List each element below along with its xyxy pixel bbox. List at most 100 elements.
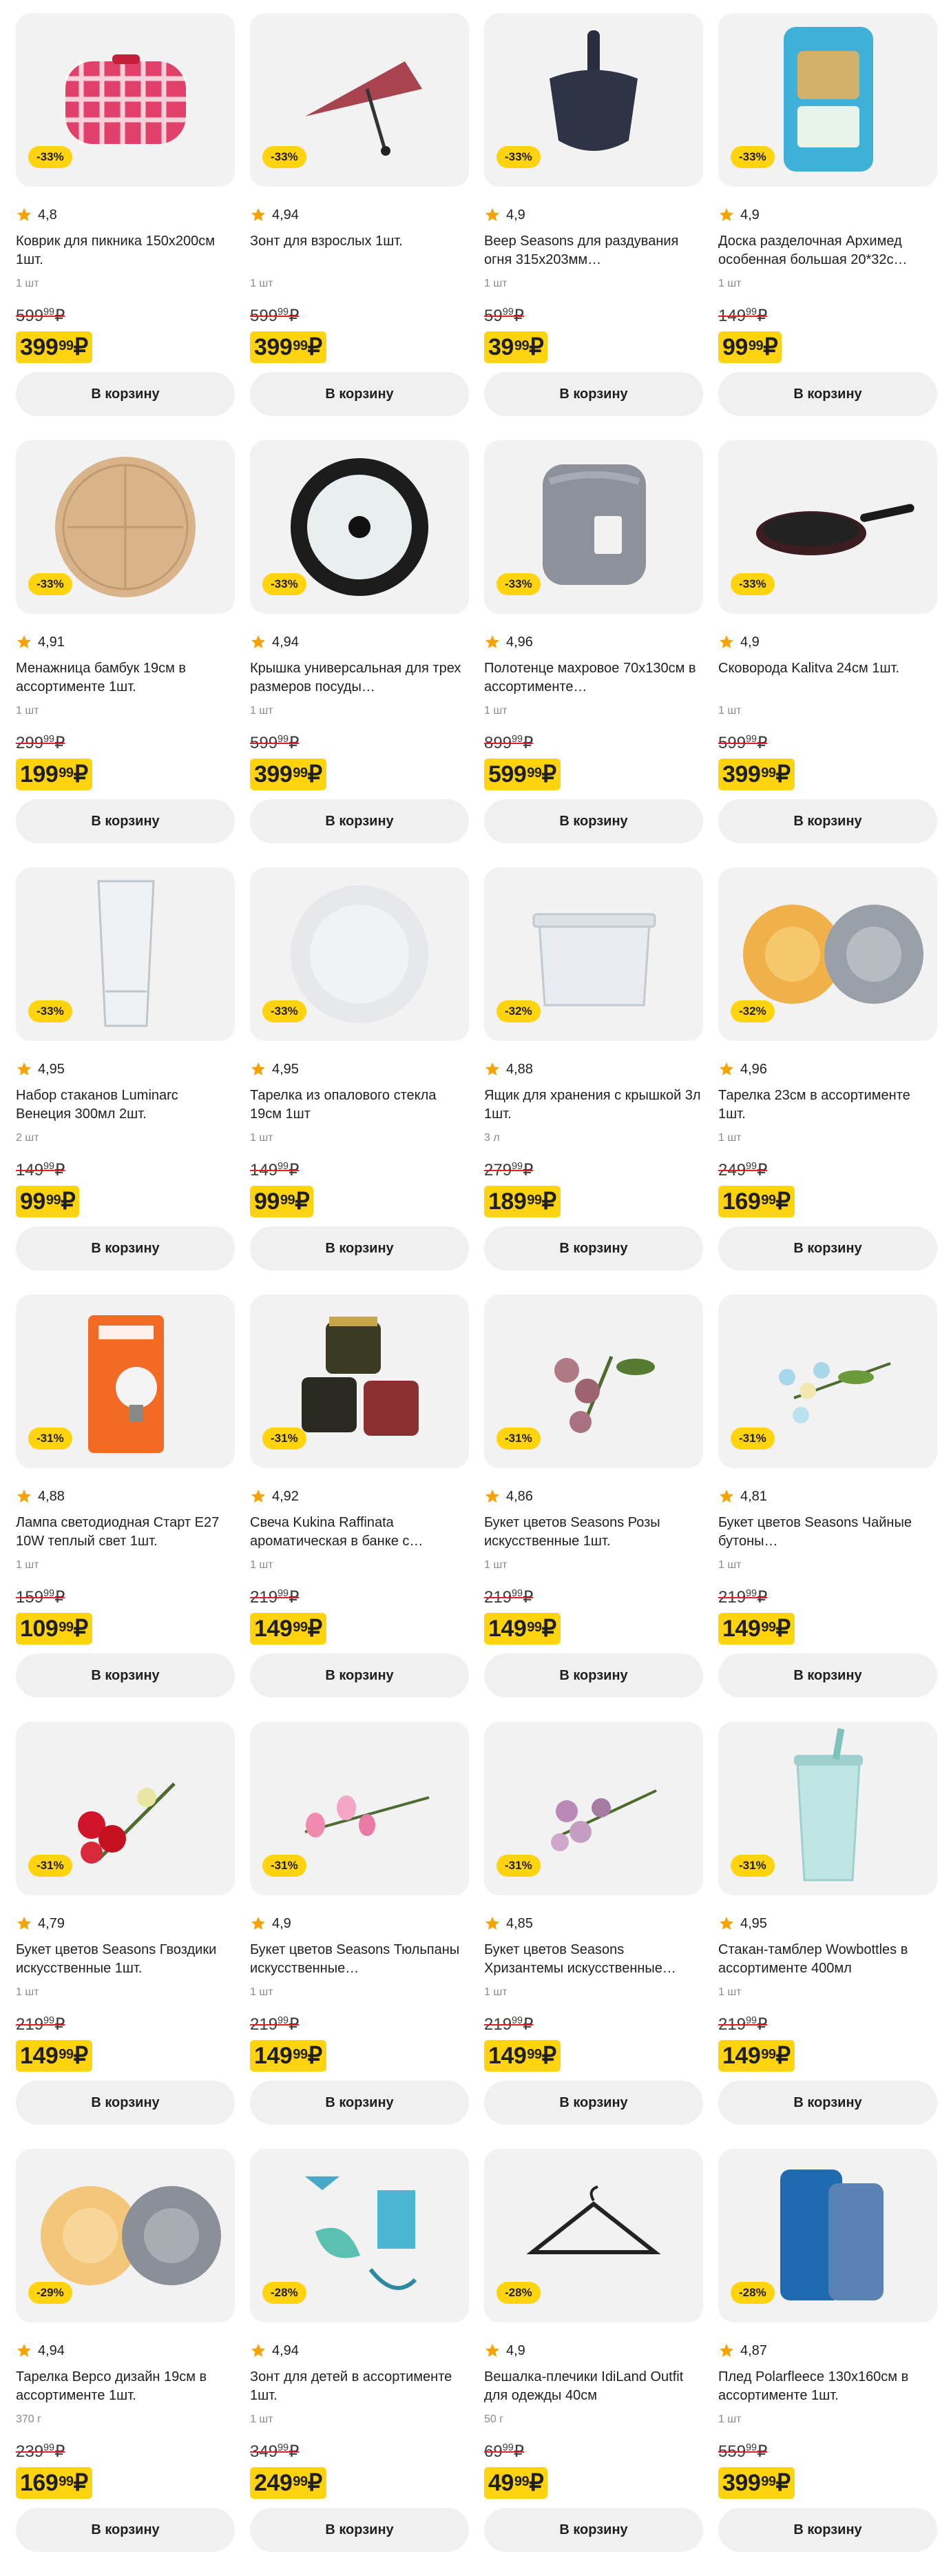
product-image[interactable]: -33%	[16, 440, 235, 614]
product-title[interactable]: Свеча Kukina Raffinata ароматическая в б…	[250, 1514, 469, 1551]
product-title[interactable]: Зонт для детей в ассортименте 1шт.	[250, 2368, 469, 2405]
product-card[interactable]: -33% 4,94 Зонт для взрослых 1шт. 1 шт 59…	[250, 13, 469, 440]
product-title[interactable]: Тарелка 23см в ассортименте 1шт.	[718, 1086, 937, 1124]
product-card[interactable]: -28% 4,87 Плед Polarfleece 130х160см в а…	[718, 2149, 937, 2576]
product-card[interactable]: -31% 4,86 Букет цветов Seasons Розы иску…	[484, 1295, 703, 1722]
add-to-cart-button[interactable]: В корзину	[16, 2081, 235, 2125]
product-card[interactable]: -31% 4,92 Свеча Kukina Raffinata аромати…	[250, 1295, 469, 1722]
add-to-cart-button[interactable]: В корзину	[16, 1653, 235, 1698]
add-to-cart-button[interactable]: В корзину	[718, 2081, 937, 2125]
product-image[interactable]: -31%	[250, 1722, 469, 1895]
product-image[interactable]: -33%	[718, 440, 937, 614]
add-to-cart-button[interactable]: В корзину	[16, 1226, 235, 1270]
product-title[interactable]: Сковорода Kalitva 24см 1шт.	[718, 659, 937, 697]
product-card[interactable]: -31% 4,95 Стакан-тамблер Wowbottles в ас…	[718, 1722, 937, 2149]
add-to-cart-button[interactable]: В корзину	[718, 372, 937, 416]
star-icon	[485, 1490, 499, 1503]
product-title[interactable]: Букет цветов Seasons Гвоздики искусствен…	[16, 1941, 235, 1978]
add-to-cart-button[interactable]: В корзину	[484, 2081, 703, 2125]
product-title[interactable]: Букет цветов Seasons Чайные бутоны…	[718, 1514, 937, 1551]
product-title[interactable]: Набор стаканов Luminarc Венеция 300мл 2ш…	[16, 1086, 235, 1124]
product-title[interactable]: Букет цветов Seasons Розы искусственные …	[484, 1514, 703, 1551]
product-title[interactable]: Тарелка Версо дизайн 19см в ассортименте…	[16, 2368, 235, 2405]
old-price-kopecks: 99	[502, 2442, 514, 2453]
product-title[interactable]: Веер Seasons для раздувания огня 315х203…	[484, 232, 703, 269]
product-card[interactable]: -29% 4,94 Тарелка Версо дизайн 19см в ас…	[16, 2149, 235, 2576]
product-title[interactable]: Крышка универсальная для трех размеров п…	[250, 659, 469, 697]
add-to-cart-button[interactable]: В корзину	[718, 2508, 937, 2552]
product-title[interactable]: Букет цветов Seasons Хризантемы искусств…	[484, 1941, 703, 1978]
product-image[interactable]: -31%	[16, 1722, 235, 1895]
product-image[interactable]: -32%	[718, 867, 937, 1041]
product-card[interactable]: -32% 4,88 Ящик для хранения с крышкой 3л…	[484, 867, 703, 1295]
product-card[interactable]: -31% 4,81 Букет цветов Seasons Чайные бу…	[718, 1295, 937, 1722]
product-image[interactable]: -33%	[718, 13, 937, 187]
product-card[interactable]: -28% 4,94 Зонт для детей в ассортименте …	[250, 2149, 469, 2576]
product-image[interactable]: -31%	[484, 1722, 703, 1895]
product-image[interactable]: -31%	[718, 1295, 937, 1468]
product-card[interactable]: -31% 4,85 Букет цветов Seasons Хризантем…	[484, 1722, 703, 2149]
add-to-cart-button[interactable]: В корзину	[250, 1653, 469, 1698]
add-to-cart-button[interactable]: В корзину	[250, 799, 469, 843]
add-to-cart-button[interactable]: В корзину	[16, 2508, 235, 2552]
product-title[interactable]: Лампа светодиодная Старт E27 10W теплый …	[16, 1514, 235, 1551]
product-title[interactable]: Менажница бамбук 19см в ассортименте 1шт…	[16, 659, 235, 697]
product-image[interactable]: -33%	[250, 440, 469, 614]
product-title[interactable]: Коврик для пикника 150х200см 1шт.	[16, 232, 235, 269]
product-card[interactable]: -33% 4,95 Набор стаканов Luminarc Венеци…	[16, 867, 235, 1295]
product-card[interactable]: -33% 4,96 Полотенце махровое 70х130см в …	[484, 440, 703, 867]
add-to-cart-button[interactable]: В корзину	[484, 1226, 703, 1270]
product-image[interactable]: -28%	[484, 2149, 703, 2322]
product-card[interactable]: -32% 4,96 Тарелка 23см в ассортименте 1ш…	[718, 867, 937, 1295]
add-to-cart-button[interactable]: В корзину	[484, 372, 703, 416]
product-title[interactable]: Полотенце махровое 70х130см в ассортимен…	[484, 659, 703, 697]
product-image[interactable]: -31%	[250, 1295, 469, 1468]
add-to-cart-button[interactable]: В корзину	[250, 372, 469, 416]
product-card[interactable]: -33% 4,9 Веер Seasons для раздувания огн…	[484, 13, 703, 440]
product-image[interactable]: -29%	[16, 2149, 235, 2322]
old-price-kopecks: 99	[278, 2442, 289, 2453]
product-image[interactable]: -33%	[484, 13, 703, 187]
product-image[interactable]: -32%	[484, 867, 703, 1041]
product-card[interactable]: -33% 4,8 Коврик для пикника 150х200см 1ш…	[16, 13, 235, 440]
product-image[interactable]: -33%	[16, 13, 235, 187]
product-title[interactable]: Зонт для взрослых 1шт.	[250, 232, 469, 269]
product-image[interactable]: -28%	[718, 2149, 937, 2322]
add-to-cart-button[interactable]: В корзину	[250, 1226, 469, 1270]
add-to-cart-button[interactable]: В корзину	[484, 799, 703, 843]
old-price-kopecks: 99	[43, 1588, 55, 1599]
product-image[interactable]: -28%	[250, 2149, 469, 2322]
product-image[interactable]: -31%	[16, 1295, 235, 1468]
product-title[interactable]: Букет цветов Seasons Тюльпаны искусствен…	[250, 1941, 469, 1978]
product-card[interactable]: -31% 4,88 Лампа светодиодная Старт E27 1…	[16, 1295, 235, 1722]
product-card[interactable]: -31% 4,79 Букет цветов Seasons Гвоздики …	[16, 1722, 235, 2149]
add-to-cart-button[interactable]: В корзину	[16, 372, 235, 416]
product-image[interactable]: -31%	[484, 1295, 703, 1468]
product-title[interactable]: Стакан-тамблер Wowbottles в ассортименте…	[718, 1941, 937, 1978]
add-to-cart-button[interactable]: В корзину	[718, 1653, 937, 1698]
product-title[interactable]: Доска разделочная Архимед особенная боль…	[718, 232, 937, 269]
product-card[interactable]: -33% 4,91 Менажница бамбук 19см в ассорт…	[16, 440, 235, 867]
product-title[interactable]: Плед Polarfleece 130х160см в ассортимент…	[718, 2368, 937, 2405]
product-title[interactable]: Тарелка из опалового стекла 19см 1шт	[250, 1086, 469, 1124]
add-to-cart-button[interactable]: В корзину	[718, 799, 937, 843]
add-to-cart-button[interactable]: В корзину	[250, 2081, 469, 2125]
add-to-cart-button[interactable]: В корзину	[484, 2508, 703, 2552]
product-card[interactable]: -33% 4,9 Сковорода Kalitva 24см 1шт. 1 ш…	[718, 440, 937, 867]
product-image[interactable]: -33%	[250, 867, 469, 1041]
product-card[interactable]: -33% 4,95 Тарелка из опалового стекла 19…	[250, 867, 469, 1295]
add-to-cart-button[interactable]: В корзину	[16, 799, 235, 843]
product-card[interactable]: -31% 4,9 Букет цветов Seasons Тюльпаны и…	[250, 1722, 469, 2149]
add-to-cart-button[interactable]: В корзину	[250, 2508, 469, 2552]
product-image[interactable]: -33%	[250, 13, 469, 187]
add-to-cart-button[interactable]: В корзину	[718, 1226, 937, 1270]
product-card[interactable]: -33% 4,94 Крышка универсальная для трех …	[250, 440, 469, 867]
product-image[interactable]: -31%	[718, 1722, 937, 1895]
product-title[interactable]: Ящик для хранения с крышкой 3л 1шт.	[484, 1086, 703, 1124]
add-to-cart-button[interactable]: В корзину	[484, 1653, 703, 1698]
product-card[interactable]: -33% 4,9 Доска разделочная Архимед особе…	[718, 13, 937, 440]
product-image[interactable]: -33%	[16, 867, 235, 1041]
product-card[interactable]: -28% 4,9 Вешалка-плечики IdiLand Outfit …	[484, 2149, 703, 2576]
product-title[interactable]: Вешалка-плечики IdiLand Outfit для одежд…	[484, 2368, 703, 2405]
product-image[interactable]: -33%	[484, 440, 703, 614]
